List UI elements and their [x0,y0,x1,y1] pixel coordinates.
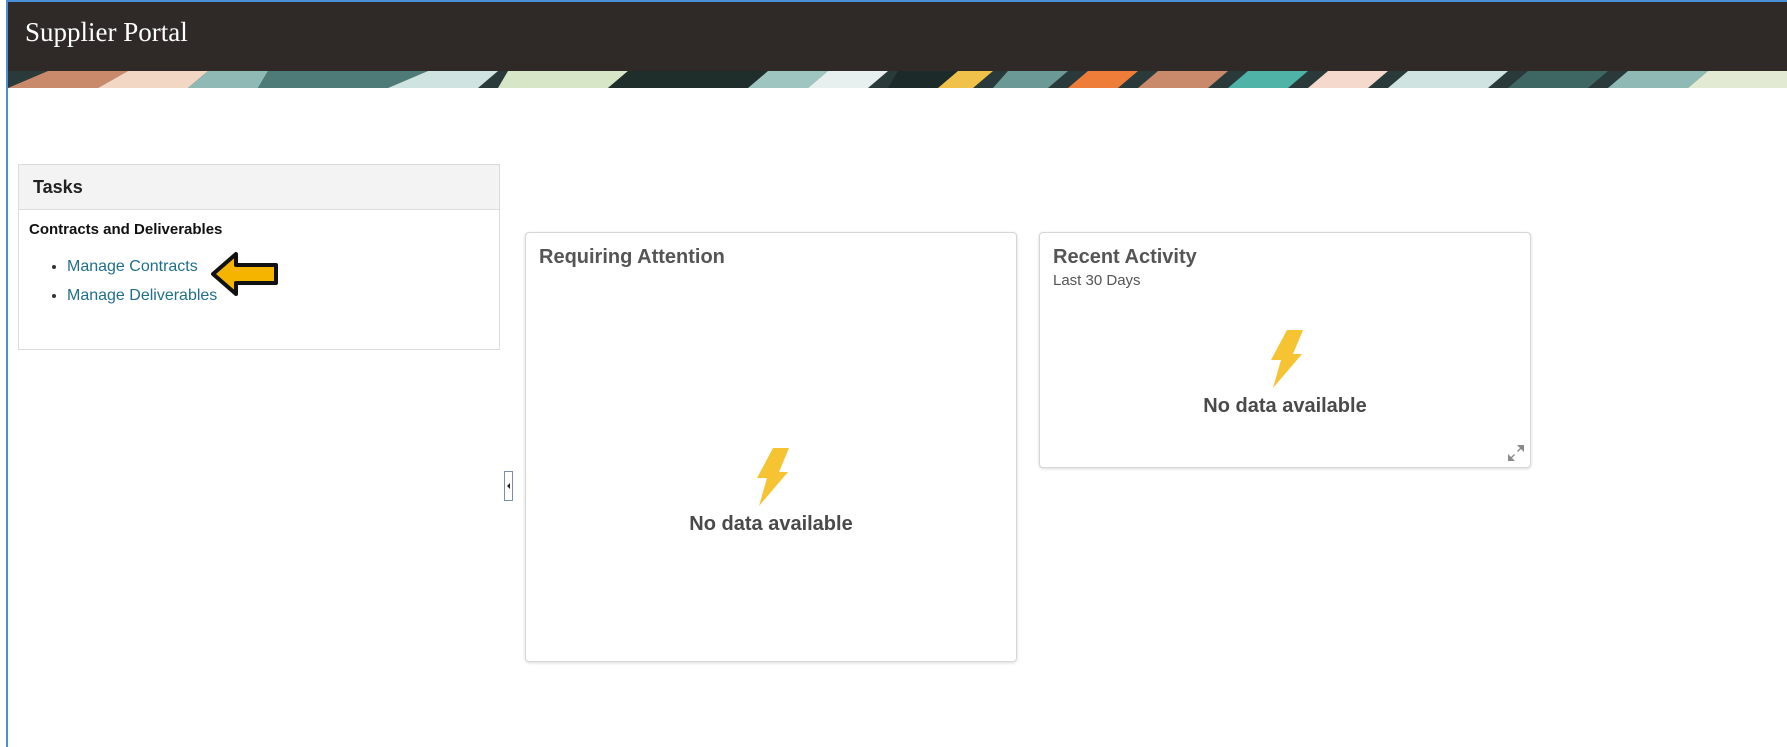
no-data-text: No data available [689,513,853,535]
recent-activity-card: Recent Activity Last 30 Days No data ava… [1039,232,1531,468]
manage-contracts-link[interactable]: Manage Contracts [67,258,198,275]
recent-activity-title: Recent Activity [1053,246,1197,268]
tasks-section-heading: Contracts and Deliverables [29,221,223,238]
expand-icon[interactable] [1508,445,1524,461]
tasks-panel-title: Tasks [19,165,499,210]
arrow-left-icon [211,252,278,296]
no-data-text: No data available [1203,395,1367,417]
empty-state: No data available [1040,330,1530,418]
list-item: Manage Deliverables [67,287,499,305]
manage-deliverables-link[interactable]: Manage Deliverables [67,287,217,304]
list-item: Manage Contracts [67,258,499,276]
app-title: Supplier Portal [25,17,188,47]
recent-activity-subtitle: Last 30 Days [1053,272,1141,289]
lightning-icon [757,448,789,506]
requiring-attention-card: Requiring Attention No data available [525,232,1017,662]
collapse-pane-button[interactable] [504,471,513,501]
lightning-icon [1271,330,1303,388]
header-banner-art [8,71,1787,88]
app-header: Supplier Portal [8,2,1787,71]
empty-state: No data available [526,448,1016,536]
requiring-attention-title: Requiring Attention [539,246,725,268]
